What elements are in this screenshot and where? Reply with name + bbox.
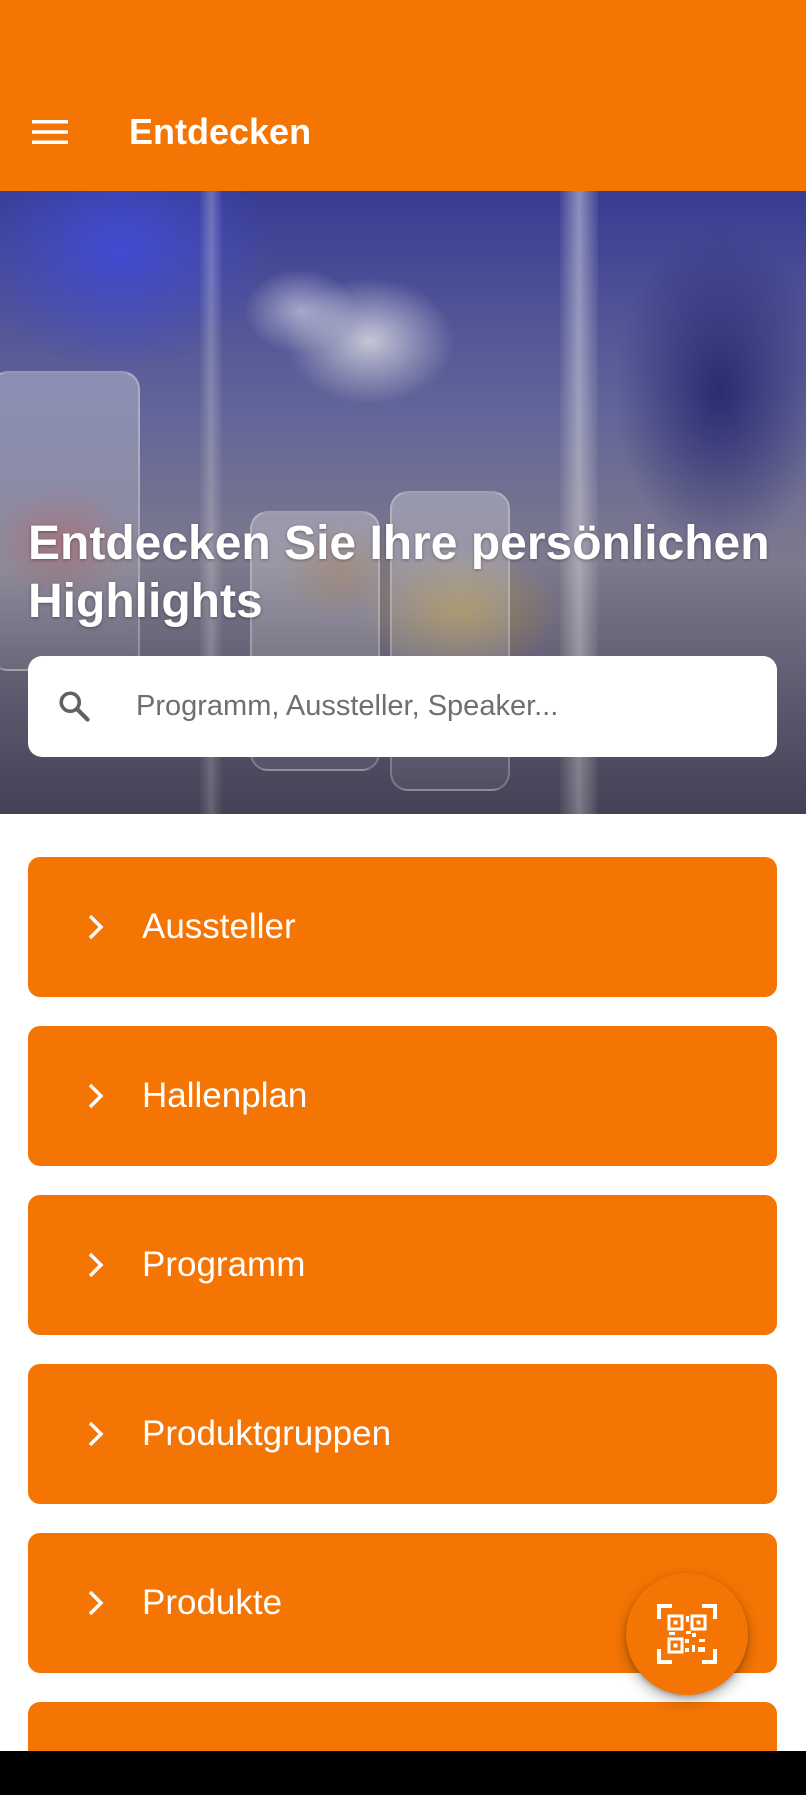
page-title: Entdecken [129,110,312,152]
chevron-right-icon [76,1245,116,1285]
hamburger-menu-icon [32,120,68,144]
search-input[interactable]: Programm, Aussteller, Speaker... [28,656,777,757]
menu-item-label: Produktgruppen [142,1414,392,1453]
search-placeholder: Programm, Aussteller, Speaker... [136,690,559,722]
menu-item-hallenplan[interactable]: Hallenplan [28,1026,777,1166]
menu-button[interactable] [28,110,72,154]
qr-code-scan-icon [657,1604,717,1664]
menu-item-aussteller[interactable]: Aussteller [28,857,777,997]
chevron-right-icon [76,1583,116,1623]
menu-item-programm[interactable]: Programm [28,1195,777,1335]
menu-item-partial[interactable] [28,1702,777,1752]
menu-item-produktgruppen[interactable]: Produktgruppen [28,1364,777,1504]
hero-heading: Entdecken Sie Ihre persönlichen Highligh… [28,517,770,628]
system-navigation-bar [0,1751,806,1795]
menu-item-label: Hallenplan [142,1076,308,1115]
chevron-right-icon [76,1076,116,1116]
menu-item-label: Produkte [142,1583,283,1622]
status-bar [0,0,806,72]
search-icon [52,684,96,728]
chevron-right-icon [76,1414,116,1454]
chevron-right-icon [76,907,116,947]
app-bar: Entdecken [0,72,806,191]
menu-item-label: Programm [142,1245,306,1284]
qr-scan-button[interactable] [626,1573,748,1695]
menu-item-label: Aussteller [142,907,296,946]
